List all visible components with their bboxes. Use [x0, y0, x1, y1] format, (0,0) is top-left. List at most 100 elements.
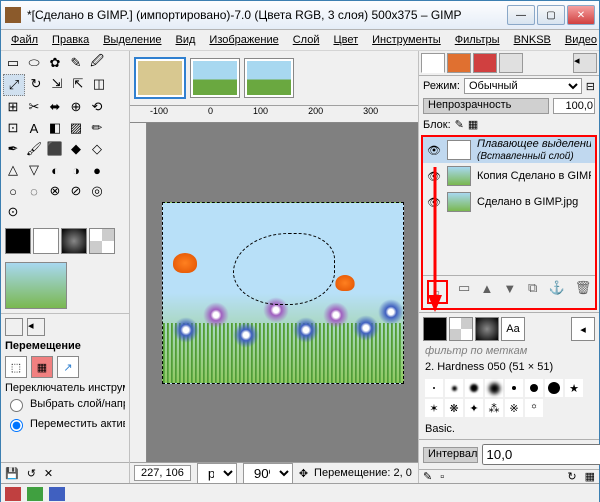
menu-video[interactable]: Видео	[559, 32, 600, 48]
tool-13[interactable]: ⊕	[66, 97, 86, 117]
tool-16[interactable]: A	[24, 118, 44, 138]
options-delete-icon[interactable]: ✕	[44, 467, 53, 480]
tool-7[interactable]: ⇲	[47, 74, 67, 94]
lower-layer-icon[interactable]: ▼	[503, 280, 516, 296]
tool-31[interactable]: ◌	[24, 181, 44, 201]
menu-layer[interactable]: Слой	[287, 32, 326, 48]
menu-tools[interactable]: Инструменты	[366, 32, 447, 48]
gradient-swatch[interactable]	[61, 228, 87, 254]
menu-select[interactable]: Выделение	[97, 32, 167, 48]
tool-19[interactable]: ✏	[87, 118, 107, 138]
footer-green-icon[interactable]	[27, 487, 43, 501]
brush-grid[interactable]: ★ ✶ ❋ ✦ ⁂ ※ ꙳	[421, 375, 597, 421]
layer-row-2[interactable]: 👁 Сделано в GIMP.jpg	[423, 189, 595, 215]
image-tab-1[interactable]	[134, 57, 186, 99]
menu-file[interactable]: Файл	[5, 32, 44, 48]
tool-27[interactable]: ◐	[45, 160, 65, 180]
opacity-value[interactable]	[553, 98, 595, 114]
layer-name[interactable]: Плавающее выделение(Вставленный слой)	[477, 138, 591, 162]
brush-font-icon[interactable]: Aa	[501, 317, 525, 341]
menu-edit[interactable]: Правка	[46, 32, 95, 48]
delete-layer-icon[interactable]: 🗑	[575, 280, 591, 296]
maximize-button[interactable]: ▢	[537, 5, 565, 25]
paths-tab[interactable]	[473, 53, 497, 73]
tool-8[interactable]: ⇱	[68, 74, 88, 94]
move-mode-path-icon[interactable]: ↗	[57, 356, 79, 378]
floating-selection-outline[interactable]	[233, 233, 335, 305]
channels-tab[interactable]	[447, 53, 471, 73]
layer-visibility-icon[interactable]: 👁	[427, 195, 441, 209]
image-tab-3[interactable]	[244, 58, 294, 98]
move-mode-layer-icon[interactable]: ⬚	[5, 356, 27, 378]
layer-row-0[interactable]: 👁 Плавающее выделение(Вставленный слой)	[423, 137, 595, 163]
tool-3[interactable]: ✎	[66, 53, 86, 73]
tool-21[interactable]: 🖌	[24, 139, 44, 159]
canvas-viewport[interactable]	[147, 123, 418, 462]
layer-name[interactable]: Копия Сделано в GIMP.j	[477, 170, 591, 182]
pattern-swatch[interactable]	[89, 228, 115, 254]
bg-color[interactable]	[33, 228, 59, 254]
tool-32[interactable]: ⊗	[45, 181, 65, 201]
tool-4[interactable]: 🖉	[87, 53, 107, 73]
layer-group-icon[interactable]: ▭	[458, 280, 471, 296]
tool-26[interactable]: ▽	[24, 160, 44, 180]
menu-view[interactable]: Вид	[170, 32, 202, 48]
tool-35[interactable]: ⊙	[3, 202, 23, 222]
radio-pick-layer[interactable]: Выбрать слой/направля	[5, 394, 125, 414]
layers-tab[interactable]	[421, 53, 445, 73]
lock-alpha-icon[interactable]: ▦	[468, 118, 478, 131]
tool-20[interactable]: ✒	[3, 139, 23, 159]
brush-filter-label[interactable]: фильтр по меткам	[421, 343, 597, 359]
dock-menu-icon[interactable]: ◂	[573, 53, 597, 73]
mode-lock-icon[interactable]: ⊟	[586, 80, 595, 93]
tool-12[interactable]: ⬌	[45, 97, 65, 117]
image-tab-2[interactable]	[190, 58, 240, 98]
undo-tab[interactable]	[499, 53, 523, 73]
layer-visibility-icon[interactable]: 👁	[427, 143, 441, 157]
layer-row-1[interactable]: 👁Копия Сделано в GIMP.j	[423, 163, 595, 189]
tool-30[interactable]: ○	[3, 181, 23, 201]
menu-image[interactable]: Изображение	[203, 32, 284, 48]
footer-blue-icon[interactable]	[49, 487, 65, 501]
options-save-icon[interactable]: 💾	[5, 467, 19, 480]
tool-0[interactable]: ▭	[3, 53, 23, 73]
interval-value[interactable]	[482, 444, 600, 465]
recent-image-thumb[interactable]	[5, 262, 67, 309]
layer-name[interactable]: Сделано в GIMP.jpg	[477, 196, 591, 208]
footer-red-icon[interactable]	[5, 487, 21, 501]
tool-5[interactable]: ⤢	[3, 74, 25, 96]
tool-2[interactable]: ✿	[45, 53, 65, 73]
brush-fg-icon[interactable]	[423, 317, 447, 341]
menu-filters[interactable]: Фильтры	[449, 32, 506, 48]
tool-14[interactable]: ⟲	[87, 97, 107, 117]
tool-25[interactable]: △	[3, 160, 23, 180]
fg-color[interactable]	[5, 228, 31, 254]
move-mode-selection-icon[interactable]: ▦	[31, 356, 53, 378]
status-unit[interactable]: px	[197, 463, 237, 484]
tool-33[interactable]: ⊘	[66, 181, 86, 201]
brush-edit-icon[interactable]: ✎	[423, 470, 432, 483]
brush-refresh-icon[interactable]: ↻	[567, 470, 576, 483]
options-reset-icon[interactable]: ↺	[27, 467, 36, 480]
brush-gradient-icon[interactable]	[475, 317, 499, 341]
anchor-layer-icon[interactable]: ⚓	[549, 280, 565, 296]
brush-category[interactable]: Basic.	[421, 421, 597, 437]
tool-15[interactable]: ⊡	[3, 118, 23, 138]
tool-6[interactable]: ↻	[26, 74, 46, 94]
interval-slider[interactable]: Интервал	[423, 447, 478, 463]
tool-9[interactable]: ◫	[89, 74, 109, 94]
close-button[interactable]: ✕	[567, 5, 595, 25]
tool-22[interactable]: ⬛	[45, 139, 65, 159]
status-zoom[interactable]: 90%	[243, 463, 293, 484]
new-layer-button[interactable]: ▫	[427, 280, 448, 304]
mode-select[interactable]: Обычный	[464, 78, 582, 94]
lock-pixels-icon[interactable]: ✎	[455, 118, 464, 131]
options-tab-icon[interactable]	[5, 318, 23, 336]
radio-move-active[interactable]: Переместить активный сл	[5, 414, 125, 434]
duplicate-layer-icon[interactable]: ⧉	[526, 280, 539, 296]
tool-18[interactable]: ▨	[66, 118, 86, 138]
tool-29[interactable]: ●	[87, 160, 107, 180]
tool-1[interactable]: ⬭	[24, 53, 44, 73]
brush-menu-icon[interactable]: ◂	[571, 317, 595, 341]
tool-28[interactable]: ◑	[66, 160, 86, 180]
